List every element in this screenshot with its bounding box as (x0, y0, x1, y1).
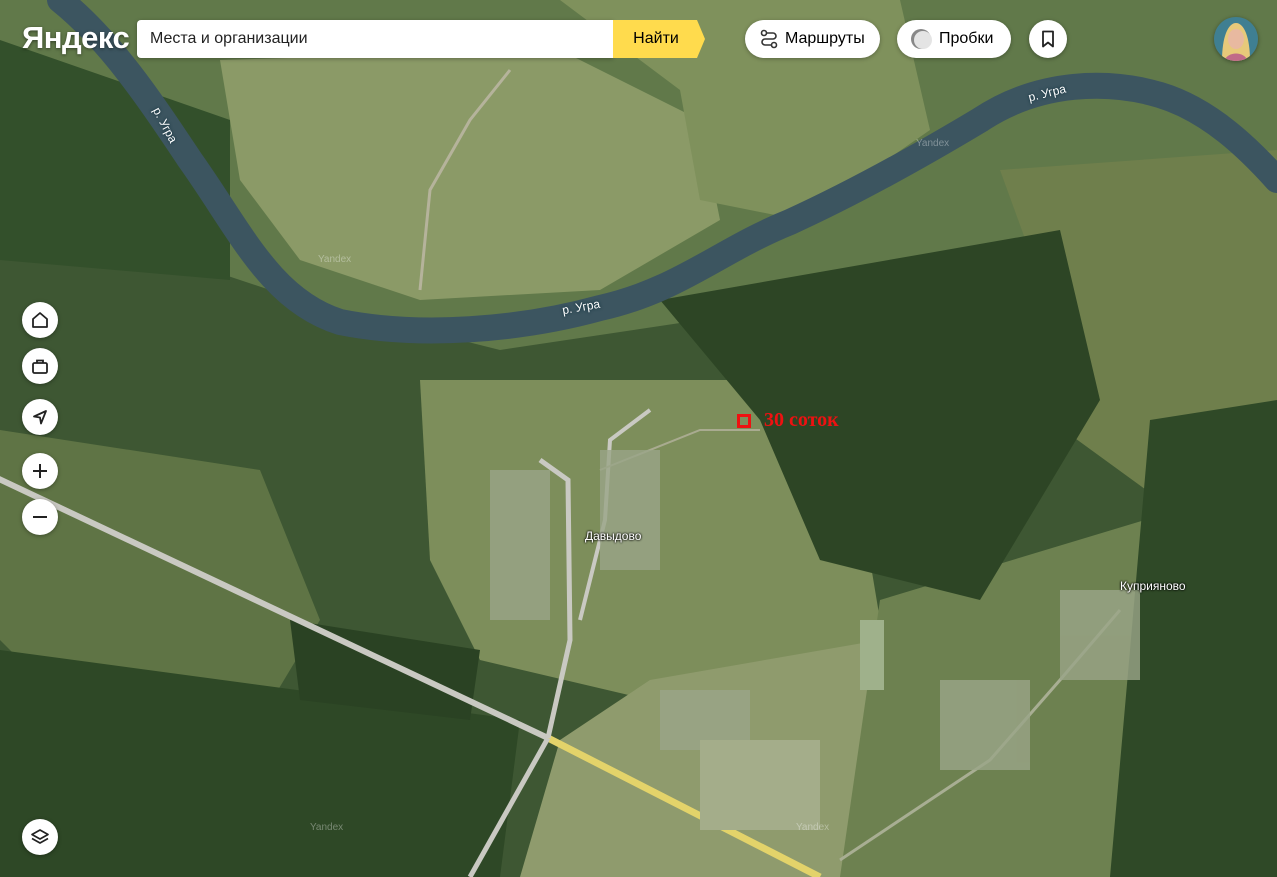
search-input[interactable] (137, 20, 590, 58)
plot-marker (737, 414, 751, 428)
home-icon (32, 312, 48, 328)
my-location-button[interactable] (22, 399, 58, 435)
traffic-label: Пробки (939, 30, 994, 47)
traffic-button[interactable]: Пробки (897, 20, 1011, 58)
map-watermark: Yandex (916, 138, 950, 149)
routes-icon (759, 29, 779, 49)
user-avatar[interactable] (1214, 17, 1258, 61)
map-watermark: Yandex (318, 254, 352, 265)
routes-label: Маршруты (785, 30, 865, 47)
bookmarks-button[interactable] (1029, 20, 1067, 58)
routes-button[interactable]: Маршруты (745, 20, 880, 58)
traffic-icon (909, 27, 933, 51)
search-box (137, 20, 613, 58)
place-label-village[interactable]: Куприяново (1120, 579, 1186, 593)
map-watermark: Yandex (310, 822, 344, 833)
zoom-out-button[interactable] (22, 499, 58, 535)
satellite-map[interactable] (0, 0, 1277, 877)
find-button-label: Найти (633, 30, 679, 47)
place-label-village[interactable]: Давыдово (585, 529, 641, 543)
layers-button[interactable] (22, 819, 58, 855)
avatar-image (1214, 17, 1258, 61)
zoom-in-button[interactable] (22, 453, 58, 489)
home-button[interactable] (22, 302, 58, 338)
briefcase-icon (32, 359, 48, 374)
zoom-in-icon (33, 464, 47, 478)
bookmark-icon (1042, 30, 1054, 48)
yandex-logo[interactable]: Яндекс (22, 20, 130, 56)
plot-annotation: 30 соток (764, 409, 839, 431)
map-watermark: Yandex (796, 822, 830, 833)
business-button[interactable] (22, 348, 58, 384)
layers-icon (31, 829, 49, 844)
find-button[interactable]: Найти (613, 20, 705, 58)
location-arrow-icon (33, 410, 47, 425)
zoom-out-icon (33, 516, 47, 518)
